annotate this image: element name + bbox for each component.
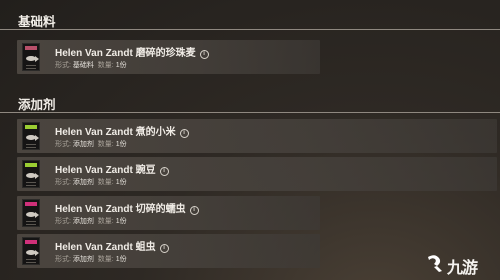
info-icon[interactable]: i bbox=[199, 50, 209, 59]
ingredient-card-additive-0[interactable]: Helen Van Zandt 煮的小米 i 形式: 添加剂 数量: 1份 bbox=[17, 119, 497, 153]
ingredient-meta: 形式: 添加剂 数量: 1份 bbox=[55, 179, 127, 186]
info-icon[interactable]: i bbox=[189, 206, 199, 215]
ingredient-card-additive-1[interactable]: Helen Van Zandt 豌豆 i 形式: 添加剂 数量: 1份 bbox=[17, 157, 497, 191]
fish-bait-icon bbox=[22, 122, 40, 150]
ingredient-name: Helen Van Zandt 豌豆 i bbox=[55, 161, 169, 176]
info-icon[interactable]: i bbox=[159, 244, 169, 253]
fish-bait-icon bbox=[22, 237, 40, 265]
info-icon[interactable]: i bbox=[179, 129, 189, 138]
section-divider bbox=[0, 29, 500, 30]
ingredient-meta: 形式: 添加剂 数量: 1份 bbox=[55, 256, 127, 263]
fish-bait-icon bbox=[22, 199, 40, 227]
ingredient-name: Helen Van Zandt 切碎的蠕虫 i bbox=[55, 200, 199, 215]
watermark-text: 九游 bbox=[447, 258, 478, 277]
ingredient-meta: 形式: 添加剂 数量: 1份 bbox=[55, 141, 127, 148]
ingredient-card-additive-3[interactable]: Helen Van Zandt 蛆虫 i 形式: 添加剂 数量: 1份 bbox=[17, 234, 320, 268]
section-title-additive: 添加剂 bbox=[18, 98, 56, 112]
fish-bait-icon bbox=[22, 43, 40, 71]
watermark: 九游 bbox=[424, 252, 494, 277]
fish-bait-icon bbox=[22, 160, 40, 188]
jiuyou-logo-icon bbox=[428, 255, 442, 272]
section-title-base: 基础料 bbox=[18, 15, 56, 29]
section-divider bbox=[0, 112, 500, 113]
ingredient-name: Helen Van Zandt 磨碎的珍珠麦 i bbox=[55, 44, 209, 59]
info-icon[interactable]: i bbox=[159, 167, 169, 176]
ingredient-name: Helen Van Zandt 煮的小米 i bbox=[55, 123, 189, 138]
ingredient-card-additive-2[interactable]: Helen Van Zandt 切碎的蠕虫 i 形式: 添加剂 数量: 1份 bbox=[17, 196, 320, 230]
ingredient-name: Helen Van Zandt 蛆虫 i bbox=[55, 238, 169, 253]
ingredient-card-base-0[interactable]: Helen Van Zandt 磨碎的珍珠麦 i 形式: 基础料 数量: 1份 bbox=[17, 40, 320, 74]
ingredient-meta: 形式: 添加剂 数量: 1份 bbox=[55, 218, 127, 225]
ingredient-meta: 形式: 基础料 数量: 1份 bbox=[55, 62, 127, 69]
